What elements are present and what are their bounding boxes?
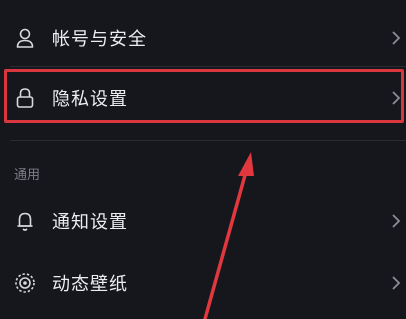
live-wallpaper-icon [14, 272, 36, 294]
settings-item-label: 隐私设置 [52, 89, 128, 110]
settings-item-label: 帐号与安全 [52, 29, 147, 50]
settings-item-label: 动态壁纸 [52, 274, 128, 295]
chevron-right-icon [390, 274, 402, 292]
settings-item-privacy[interactable]: 隐私设置 [0, 72, 406, 124]
chevron-right-icon [390, 89, 402, 107]
divider [10, 66, 406, 67]
divider [10, 140, 406, 141]
chevron-right-icon [390, 29, 402, 47]
settings-item-account-security[interactable]: 帐号与安全 [0, 14, 406, 62]
settings-item-notifications[interactable]: 通知设置 [0, 196, 406, 246]
settings-item-label: 通知设置 [52, 212, 128, 233]
person-icon [14, 27, 36, 49]
bell-icon [14, 210, 36, 232]
chevron-right-icon [390, 212, 402, 230]
settings-item-live-wallpaper[interactable]: 动态壁纸 [0, 258, 406, 308]
section-header-general: 通用 [14, 168, 41, 183]
lock-icon [14, 87, 36, 109]
